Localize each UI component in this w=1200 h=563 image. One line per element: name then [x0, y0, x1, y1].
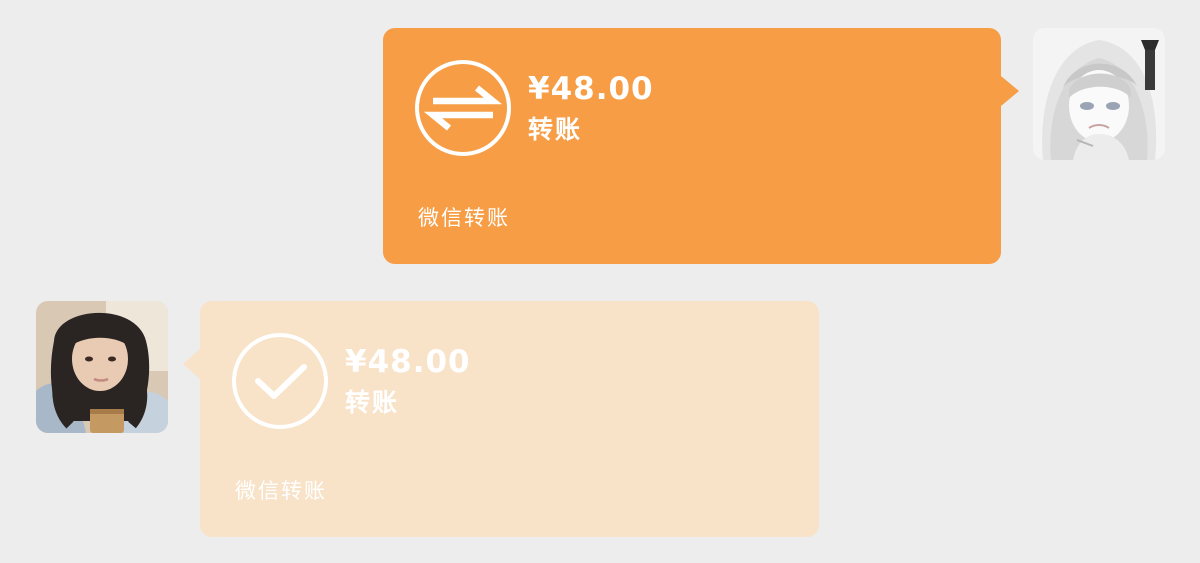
- recipient-avatar[interactable]: [36, 301, 168, 433]
- sender-avatar[interactable]: [1033, 28, 1165, 160]
- transfer-footer-label: 微信转账: [418, 206, 510, 230]
- outgoing-transfer-card[interactable]: ¥48.00 转账 微信转账: [383, 28, 1019, 264]
- transfer-arrows-icon: [413, 58, 513, 158]
- transfer-title: 转账: [345, 388, 400, 417]
- received-transfer-card[interactable]: ¥48.00 转账 微信转账: [183, 301, 819, 537]
- transfer-footer-label: 微信转账: [235, 479, 327, 503]
- transfer-amount: ¥48.00: [528, 71, 654, 107]
- checkmark-circle-icon: [230, 331, 330, 431]
- transfer-amount: ¥48.00: [345, 344, 471, 380]
- sender-avatar-image: [1033, 28, 1165, 160]
- transfer-title: 转账: [528, 115, 583, 144]
- recipient-avatar-image: [36, 301, 168, 433]
